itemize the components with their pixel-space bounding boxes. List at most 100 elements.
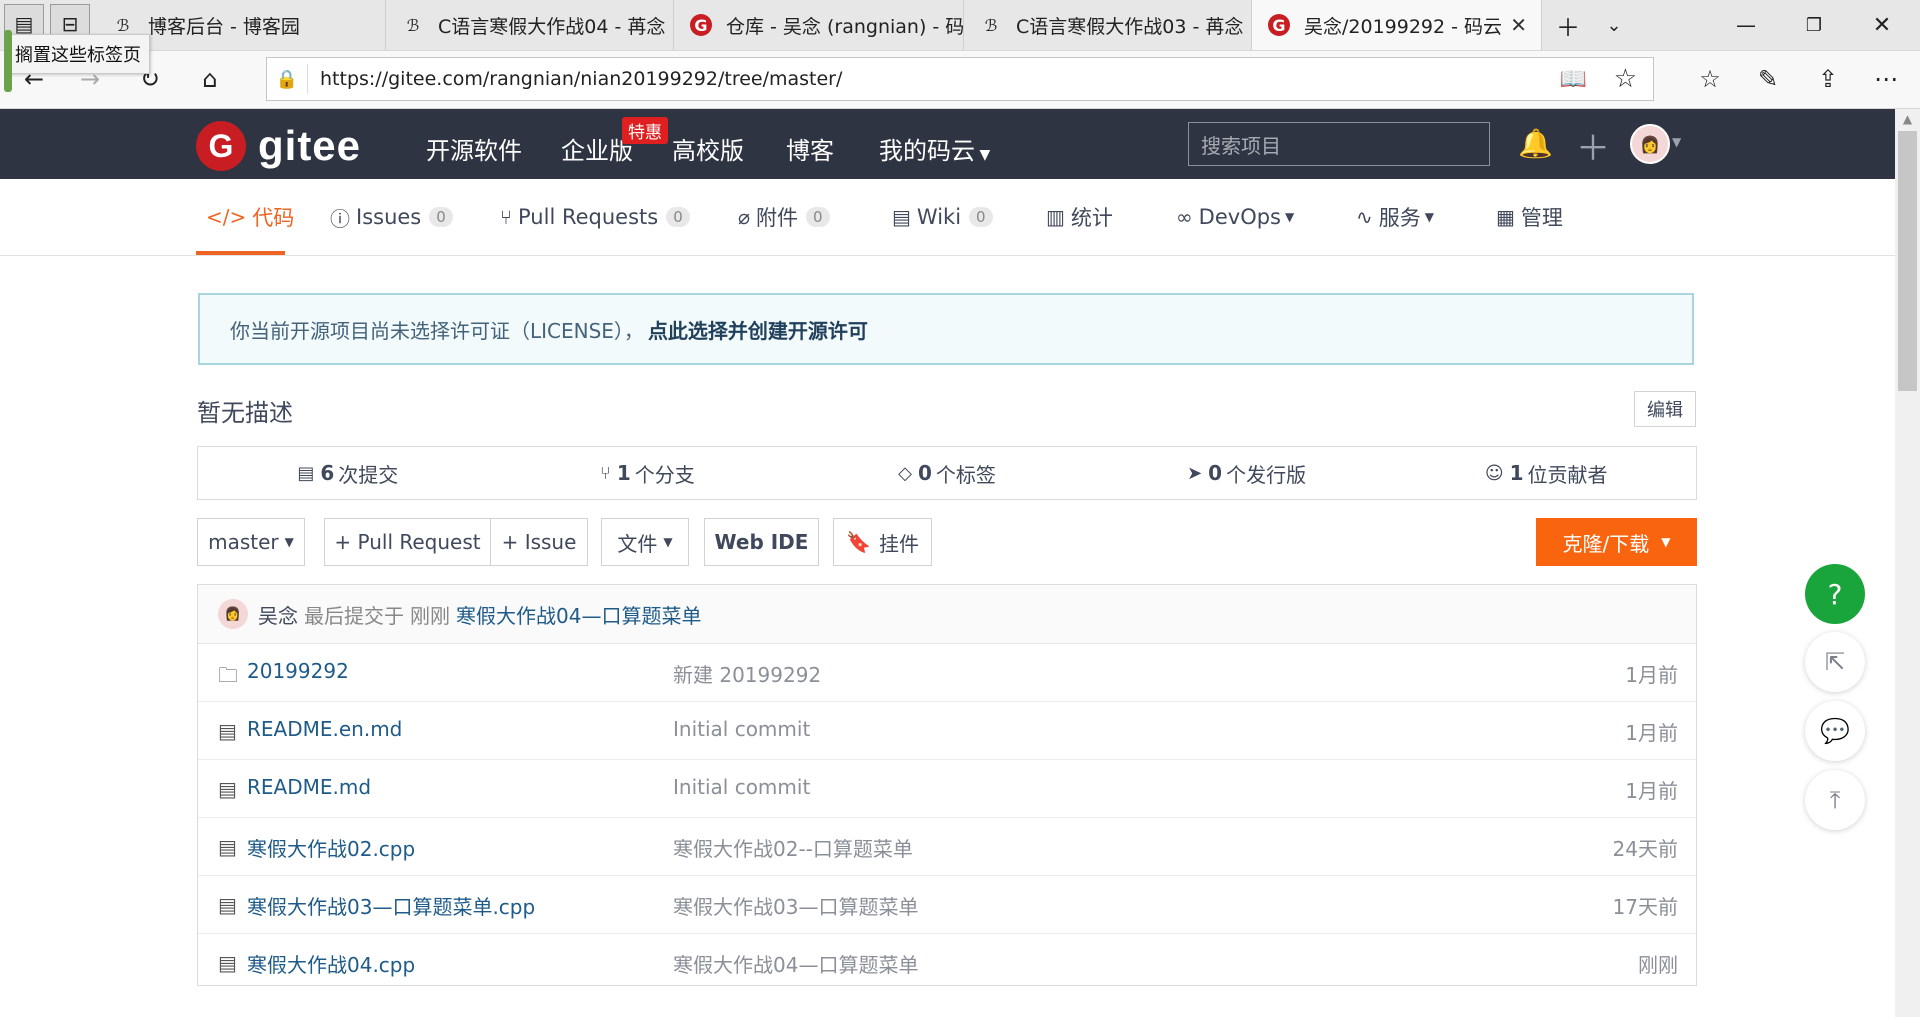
file-menu-label: 文件 bbox=[617, 531, 658, 556]
widget-button[interactable]: 🔖 挂件 bbox=[833, 518, 932, 566]
file-name-link[interactable]: 寒假大作战02.cpp bbox=[247, 833, 415, 862]
pulse-icon: ∿ bbox=[1356, 205, 1373, 229]
pen-icon[interactable]: ✎ bbox=[1746, 59, 1790, 99]
file-name-link[interactable]: README.en.md bbox=[247, 717, 402, 741]
minimize-icon[interactable]: — bbox=[1724, 0, 1768, 50]
gitee-logo-icon: G bbox=[196, 121, 246, 171]
file-commit-message[interactable]: Initial commit bbox=[673, 775, 810, 799]
web-ide-button[interactable]: Web IDE bbox=[704, 518, 819, 566]
window-close-icon[interactable]: ✕ bbox=[1860, 0, 1904, 50]
reading-view-icon[interactable]: 📖 bbox=[1560, 67, 1587, 92]
nav-education[interactable]: 高校版 bbox=[672, 131, 744, 166]
tab-stats[interactable]: ▥ 统计 bbox=[1046, 179, 1113, 255]
browser-tab-2[interactable]: ℬ C语言寒假大作战04 - 苒念 bbox=[386, 0, 674, 50]
tab-issues[interactable]: ⓘ Issues 0 bbox=[330, 179, 453, 255]
nav-blog[interactable]: 博客 bbox=[786, 131, 834, 166]
scroll-up-icon[interactable]: ▲ bbox=[1895, 109, 1920, 129]
feedback-chat-icon[interactable]: 💬 bbox=[1805, 701, 1865, 761]
clone-label: 克隆/下载 bbox=[1562, 531, 1650, 556]
browser-tab-3[interactable]: G 仓库 - 吴念 (rangnian) - 码 bbox=[674, 0, 964, 50]
stat-branches[interactable]: ⑂ 1 个分支 bbox=[498, 447, 798, 499]
tab-attachments[interactable]: ⌀ 附件 0 bbox=[738, 179, 830, 255]
edit-description-button[interactable]: 编辑 bbox=[1634, 391, 1696, 427]
favorites-hub-icon[interactable]: ☆ bbox=[1688, 59, 1732, 99]
avatar-caret-icon[interactable]: ▼ bbox=[1672, 135, 1681, 149]
stat-number: 0 bbox=[917, 461, 932, 485]
share-external-icon[interactable]: ⇱ bbox=[1805, 632, 1865, 692]
file-name-link[interactable]: 寒假大作战03—口算题菜单.cpp bbox=[247, 891, 535, 920]
caret-down-icon: ▼ bbox=[284, 535, 294, 549]
file-name-link[interactable]: 20199292 bbox=[247, 659, 349, 683]
file-name-link[interactable]: README.md bbox=[247, 775, 371, 799]
cnblogs-favicon-icon: ℬ bbox=[406, 15, 420, 35]
back-to-top-icon[interactable]: ⤒ bbox=[1805, 770, 1865, 830]
file-name-link[interactable]: 寒假大作战04.cpp bbox=[247, 949, 415, 978]
gitee-favicon-icon: G bbox=[690, 14, 712, 36]
tab-pull-requests[interactable]: ⑂ Pull Requests 0 bbox=[500, 179, 690, 255]
stat-contributors[interactable]: ☺ 1 位贡献者 bbox=[1396, 447, 1696, 499]
logo-text: gitee bbox=[258, 122, 362, 169]
favorite-star-icon[interactable]: ☆ bbox=[1614, 64, 1637, 94]
tag-icon: ◇ bbox=[898, 462, 912, 484]
url-separator bbox=[307, 64, 308, 94]
file-icon: ▤ bbox=[218, 835, 237, 859]
commit-message-link[interactable]: 寒假大作战04—口算题菜单 bbox=[456, 600, 701, 629]
file-icon: ▤ bbox=[218, 951, 237, 975]
close-tab-icon[interactable]: ✕ bbox=[1510, 13, 1527, 37]
stat-label: 个分支 bbox=[634, 462, 695, 487]
stat-tags[interactable]: ◇ 0 个标签 bbox=[797, 447, 1097, 499]
branch-select[interactable]: master ▼ bbox=[197, 518, 305, 566]
bell-icon[interactable]: 🔔 bbox=[1518, 127, 1553, 160]
tab-label: 管理 bbox=[1520, 206, 1563, 230]
search-input[interactable]: 搜索项目 bbox=[1188, 122, 1490, 166]
stat-commits[interactable]: ▤ 6 次提交 bbox=[198, 447, 498, 499]
branch-icon: ⑂ bbox=[600, 462, 611, 484]
tab-wiki[interactable]: ▤ Wiki 0 bbox=[892, 179, 993, 255]
nav-my-gitee[interactable]: 我的码云 ▼ bbox=[879, 131, 990, 166]
browser-tab-4[interactable]: ℬ C语言寒假大作战03 - 苒念 bbox=[964, 0, 1252, 50]
file-time: 1月前 bbox=[1625, 663, 1678, 687]
commit-time: 刚刚 bbox=[410, 603, 450, 628]
plus-icon[interactable]: ＋ bbox=[1576, 121, 1610, 170]
file-commit-message[interactable]: 新建 20199292 bbox=[673, 659, 821, 688]
file-commit-message[interactable]: Initial commit bbox=[673, 717, 810, 741]
new-pull-request-button[interactable]: + Pull Request bbox=[324, 518, 491, 566]
file-time: 1月前 bbox=[1625, 779, 1678, 803]
commit-author[interactable]: 吴念 bbox=[258, 600, 298, 629]
clone-download-button[interactable]: 克隆/下载 ▼ bbox=[1536, 518, 1697, 566]
tab-code[interactable]: </> 代码 bbox=[206, 179, 294, 255]
stat-label: 个标签 bbox=[935, 462, 996, 487]
file-time: 刚刚 bbox=[1638, 953, 1678, 977]
home-icon[interactable]: ⌂ bbox=[188, 59, 232, 99]
file-commit-message[interactable]: 寒假大作战03—口算题菜单 bbox=[673, 891, 918, 920]
share-icon[interactable]: ⇪ bbox=[1806, 59, 1850, 99]
user-avatar[interactable]: 👩 bbox=[1630, 124, 1670, 164]
file-menu-button[interactable]: 文件 ▼ bbox=[601, 518, 689, 566]
new-issue-button[interactable]: + Issue bbox=[490, 518, 588, 566]
restore-icon[interactable]: ❐ bbox=[1792, 0, 1836, 50]
caret-down-icon: ▼ bbox=[975, 147, 991, 163]
new-tab-icon[interactable]: ＋ bbox=[1546, 0, 1590, 50]
nav-open-source[interactable]: 开源软件 bbox=[426, 131, 522, 166]
browser-tab-5-active[interactable]: G 吴念/20199292 - 码云 ✕ bbox=[1252, 0, 1542, 50]
file-commit-message[interactable]: 寒假大作战04—口算题菜单 bbox=[673, 949, 918, 978]
more-menu-icon[interactable]: ⋯ bbox=[1864, 59, 1908, 99]
file-commit-message[interactable]: 寒假大作战02--口算题菜单 bbox=[673, 833, 913, 862]
stat-releases[interactable]: ➤ 0 个发行版 bbox=[1097, 447, 1397, 499]
create-license-link[interactable]: 点此选择并创建开源许可 bbox=[648, 315, 868, 344]
file-icon: ▤ bbox=[218, 719, 237, 743]
gitee-logo[interactable]: G gitee bbox=[196, 121, 361, 171]
scrollbar-thumb[interactable] bbox=[1898, 131, 1917, 391]
tab-services[interactable]: ∿ 服务 ▼ bbox=[1356, 179, 1434, 255]
tab-list-chevron-icon[interactable]: ⌄ bbox=[1592, 0, 1636, 50]
tab-title: 博客后台 - 博客园 bbox=[148, 15, 300, 38]
author-avatar[interactable]: 👩 bbox=[218, 599, 248, 629]
tab-label: 服务 bbox=[1378, 206, 1421, 230]
help-button[interactable]: ? bbox=[1805, 564, 1865, 624]
license-notice-text: 你当前开源项目尚未选择许可证（LICENSE）， bbox=[230, 318, 644, 343]
url-field[interactable]: 🔒 https://gitee.com/rangnian/nian2019929… bbox=[266, 57, 1654, 101]
tab-manage[interactable]: ▦ 管理 bbox=[1496, 179, 1563, 255]
tab-devops[interactable]: ∞ DevOps ▼ bbox=[1176, 179, 1294, 255]
browser-tab-strip: ▤ ⊟ ℬ 博客后台 - 博客园 ℬ C语言寒假大作战04 - 苒念 G 仓库 … bbox=[0, 0, 1920, 51]
page-scrollbar[interactable]: ▲ bbox=[1895, 109, 1920, 1017]
